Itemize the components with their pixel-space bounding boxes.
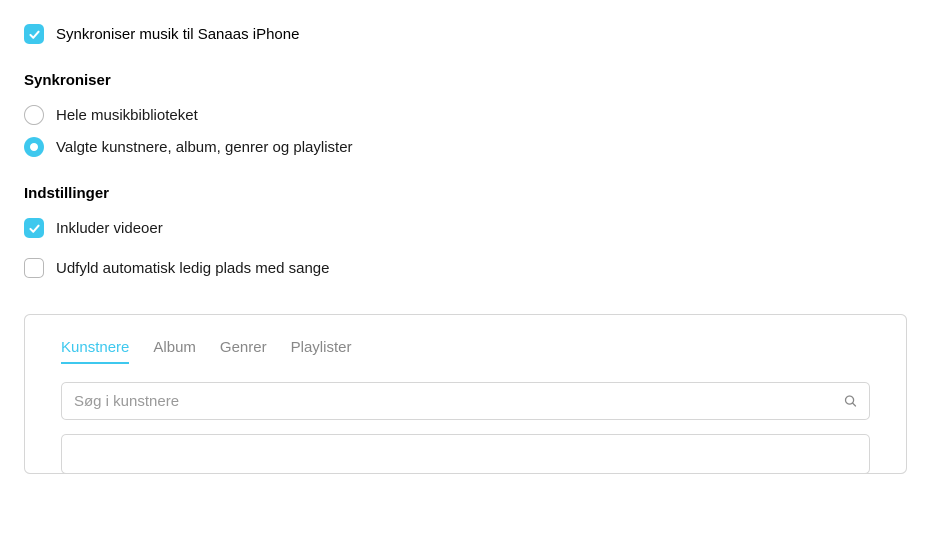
search-container: [61, 382, 870, 420]
sync-music-row: Synkroniser musik til Sanaas iPhone: [24, 24, 907, 44]
content-panel: Kunstnere Album Genrer Playlister: [24, 314, 907, 474]
tab-albums[interactable]: Album: [153, 339, 196, 364]
search-input[interactable]: [61, 382, 870, 420]
content-tabs: Kunstnere Album Genrer Playlister: [61, 339, 870, 364]
autofill-checkbox[interactable]: [24, 258, 44, 278]
include-videos-label: Inkluder videoer: [56, 220, 163, 237]
tab-artists[interactable]: Kunstnere: [61, 339, 129, 364]
tab-playlists[interactable]: Playlister: [291, 339, 352, 364]
check-icon: [28, 28, 41, 41]
check-icon: [28, 222, 41, 235]
include-videos-checkbox[interactable]: [24, 218, 44, 238]
search-icon: [843, 394, 858, 409]
settings-section-title: Indstillinger: [24, 185, 907, 202]
autofill-row: Udfyld automatisk ledig plads med sange: [24, 258, 907, 278]
radio-selected-items[interactable]: [24, 137, 44, 157]
sync-music-label: Synkroniser musik til Sanaas iPhone: [56, 26, 299, 43]
tab-genres[interactable]: Genrer: [220, 339, 267, 364]
radio-selected-row: Valgte kunstnere, album, genrer og playl…: [24, 137, 907, 157]
radio-selected-items-label: Valgte kunstnere, album, genrer og playl…: [56, 139, 353, 156]
radio-entire-library-label: Hele musikbiblioteket: [56, 107, 198, 124]
include-videos-row: Inkluder videoer: [24, 218, 907, 238]
radio-entire-library-row: Hele musikbiblioteket: [24, 105, 907, 125]
autofill-label: Udfyld automatisk ledig plads med sange: [56, 260, 330, 277]
synchronize-section-title: Synkroniser: [24, 72, 907, 89]
content-list: [61, 434, 870, 474]
sync-music-checkbox[interactable]: [24, 24, 44, 44]
radio-inner-dot: [30, 143, 38, 151]
radio-entire-library[interactable]: [24, 105, 44, 125]
